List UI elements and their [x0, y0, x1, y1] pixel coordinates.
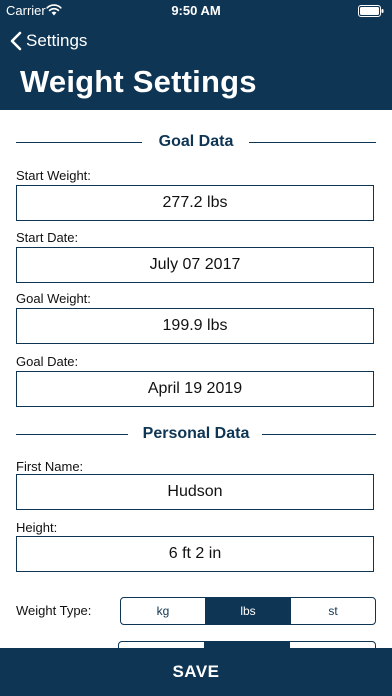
section-title: Goal Data [158, 133, 234, 150]
height-label: Height: [16, 520, 58, 535]
status-bar: Carrier 9:50 AM [0, 0, 392, 22]
battery-icon [358, 5, 384, 17]
goal-weight-field[interactable]: 199.9 lbs [16, 308, 374, 344]
goal-weight-label: Goal Weight: [16, 291, 91, 306]
page-title: Weight Settings [20, 64, 257, 99]
start-date-label: Start Date: [16, 230, 79, 245]
goal-date-label: Goal Date: [16, 354, 79, 369]
weight-type-st[interactable]: st [291, 598, 375, 624]
partially-visible-selector[interactable] [118, 641, 376, 648]
weight-type-kg[interactable]: kg [121, 598, 206, 624]
settings-form[interactable]: Goal Data Start Weight: 277.2 lbs Start … [0, 110, 392, 648]
first-name-label: First Name: [16, 459, 84, 474]
start-date-field[interactable]: July 07 2017 [16, 247, 374, 283]
save-button[interactable]: SAVE [0, 648, 392, 696]
chevron-left-icon [10, 31, 22, 51]
height-field[interactable]: 6 ft 2 in [16, 536, 374, 572]
weight-type-label: Weight Type: [16, 603, 92, 618]
back-button[interactable]: Settings [10, 28, 87, 54]
section-heading-goal: Goal Data [0, 131, 392, 153]
weight-type-lbs[interactable]: lbs [206, 598, 291, 624]
section-title: Personal Data [142, 425, 250, 442]
app-header: Carrier 9:50 AM Settings Weight Settings [0, 0, 392, 110]
start-weight-field[interactable]: 277.2 lbs [16, 185, 374, 221]
status-time: 9:50 AM [171, 3, 221, 18]
weight-type-selector[interactable]: kg lbs st [120, 597, 376, 625]
goal-date-field[interactable]: April 19 2019 [16, 371, 374, 407]
section-heading-personal: Personal Data [0, 423, 392, 445]
start-weight-label: Start Weight: [16, 168, 91, 183]
first-name-field[interactable]: Hudson [16, 474, 374, 510]
back-button-label: Settings [26, 31, 88, 50]
